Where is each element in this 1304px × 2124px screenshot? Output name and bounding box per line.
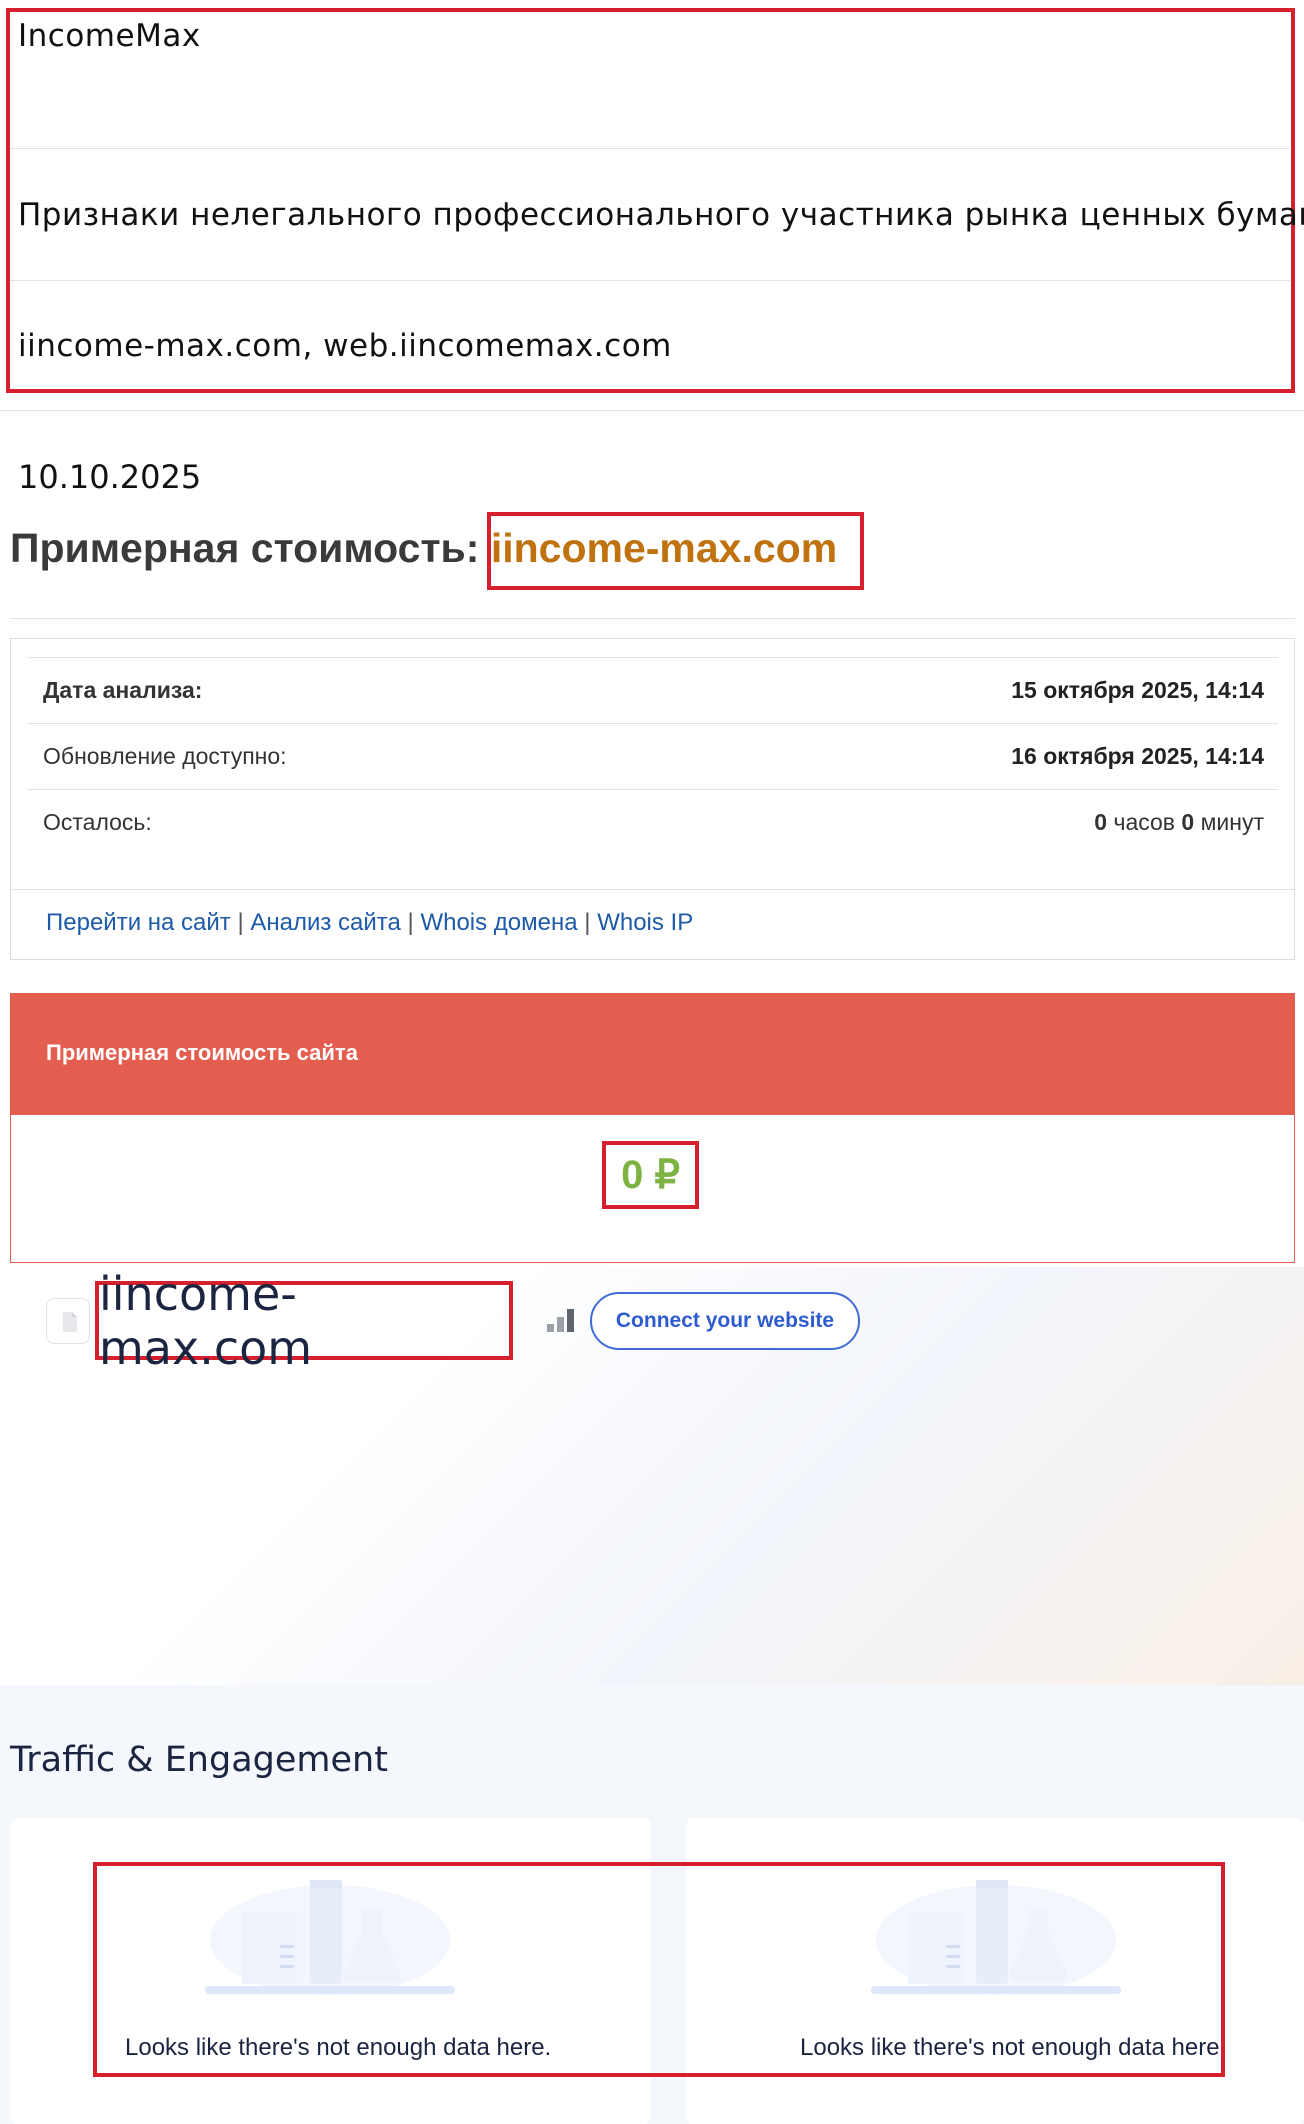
remaining-minutes-unit: минут — [1200, 808, 1264, 835]
record-divider — [10, 148, 1290, 149]
sw-domain: iincome-max.com — [99, 1266, 313, 1375]
record-domains: iincome-max.com, web.iincomemax.com — [18, 328, 672, 364]
site-analysis-link[interactable]: Анализ сайта — [250, 909, 401, 936]
sw-domain-highlight-box: iincome-max.com — [95, 1267, 513, 1375]
record-category: Признаки нелегального профессионального … — [18, 197, 1304, 233]
row-divider — [11, 889, 1294, 890]
title-domain-highlight-box — [487, 512, 864, 590]
page-date: 10.10.2025 — [18, 458, 202, 496]
section-divider — [0, 410, 1304, 411]
update-available-label: Обновление доступно: — [43, 742, 287, 769]
whois-ip-link[interactable]: Whois IP — [597, 909, 693, 936]
analysis-date-value: 15 октября 2025, 14:14 — [1011, 676, 1264, 703]
analysis-date-label: Дата анализа: — [43, 676, 203, 703]
go-to-site-link[interactable]: Перейти на сайт — [46, 909, 231, 936]
value-header-label: Примерная стоимость сайта — [46, 1040, 358, 1065]
analysis-info-card: Дата анализа: 15 октября 2025, 14:14 Обн… — [10, 638, 1295, 960]
estimated-value: 0 ₽ — [621, 1153, 680, 1197]
analysis-date-row: Дата анализа: 15 октября 2025, 14:14 — [43, 657, 1264, 723]
remaining-minutes: 0 — [1181, 808, 1195, 835]
rank-bars-icon — [547, 1306, 575, 1332]
remaining-label: Осталось: — [43, 808, 152, 835]
traffic-title: Traffic & Engagement — [10, 1740, 388, 1780]
document-icon — [63, 1312, 77, 1332]
record-divider — [10, 280, 1290, 281]
remaining-value: 0 часов 0 минут — [1094, 809, 1264, 836]
site-links: Перейти на сайт | Анализ сайта | Whois д… — [46, 909, 694, 936]
value-highlight-box: 0 ₽ — [602, 1141, 699, 1209]
price-title-prefix: Примерная стоимость: — [10, 525, 480, 571]
remaining-row: Осталось: 0 часов 0 минут — [43, 789, 1264, 855]
record-name: IncomeMax — [18, 18, 201, 54]
no-data-highlight-box — [93, 1862, 1225, 2077]
value-header: Примерная стоимость сайта — [10, 993, 1295, 1115]
whois-domain-link[interactable]: Whois домена — [420, 909, 577, 936]
remaining-hours-unit: часов — [1113, 808, 1176, 835]
update-available-row: Обновление доступно: 16 октября 2025, 14… — [43, 723, 1264, 789]
remaining-hours: 0 — [1094, 808, 1108, 835]
connect-website-button[interactable]: Connect your website — [590, 1292, 860, 1350]
site-favicon-icon — [46, 1298, 90, 1344]
section-divider — [10, 618, 1295, 619]
update-available-value: 16 октября 2025, 14:14 — [1011, 742, 1264, 769]
